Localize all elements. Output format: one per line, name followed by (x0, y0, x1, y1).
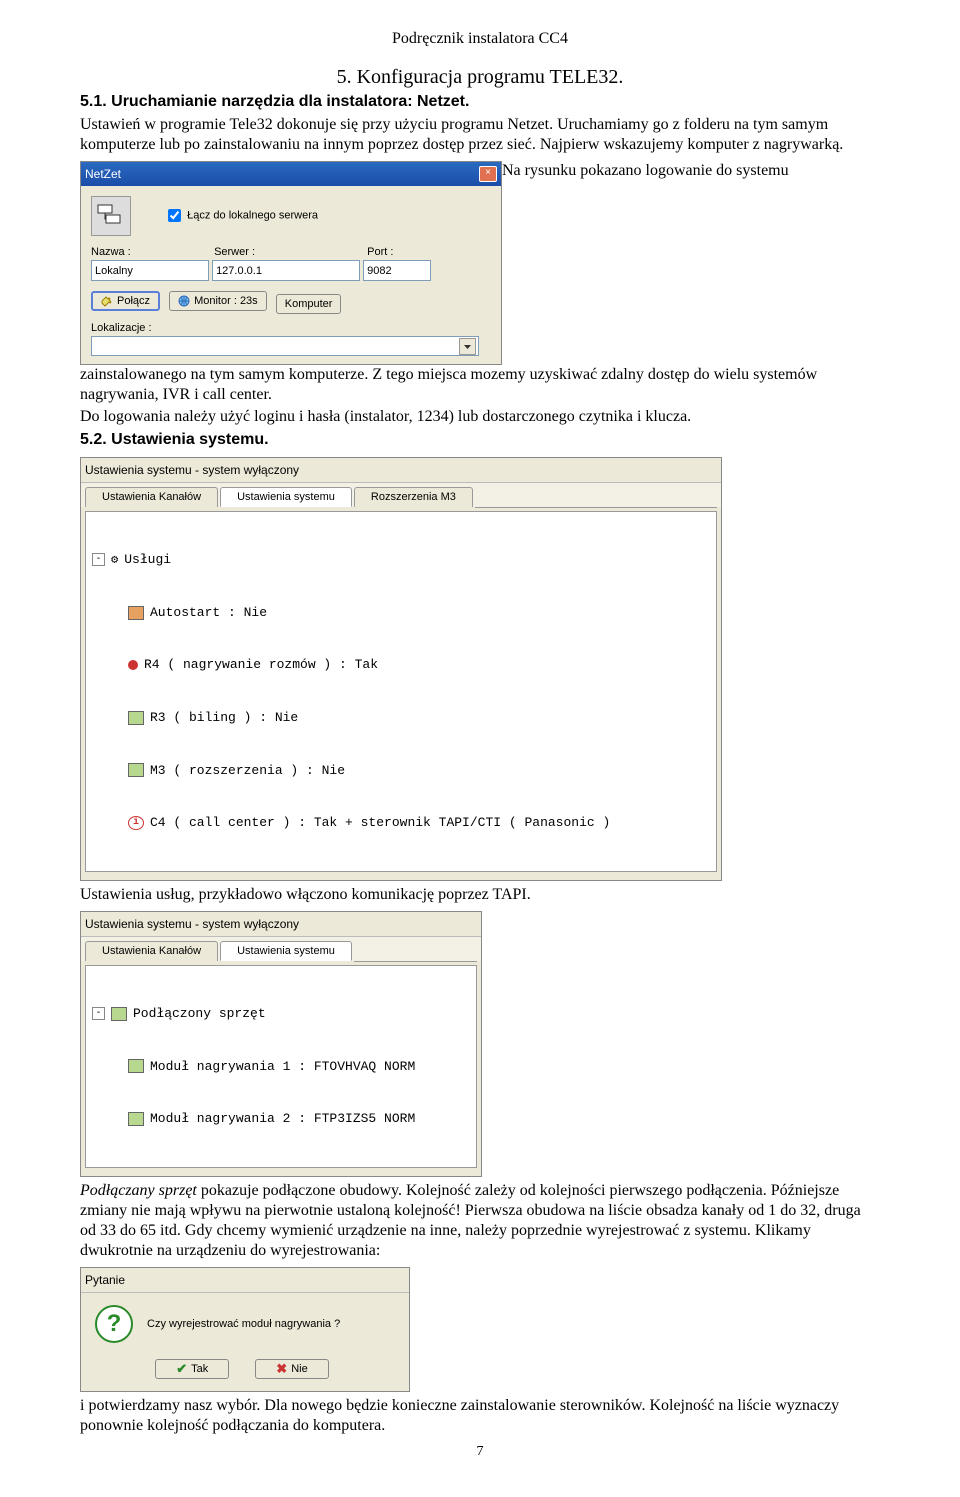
monitor-button-label: Monitor : 23s (194, 295, 258, 307)
autostart-text: Autostart : Nie (150, 604, 267, 622)
collapse-icon[interactable]: - (92, 553, 105, 566)
tree-row-r4[interactable]: R4 ( nagrywanie rozmów ) : Tak (92, 656, 710, 674)
billing-icon (128, 711, 144, 725)
sys1-titlebar: Ustawienia systemu - system wyłączony (81, 458, 721, 483)
x-icon: ✖ (276, 1361, 287, 1377)
no-button-label: Nie (291, 1363, 308, 1375)
pytanie-message: Czy wyrejestrować moduł nagrywania ? (147, 1318, 340, 1330)
tab-systemu[interactable]: Ustawienia systemu (220, 487, 352, 507)
chevron-down-icon[interactable] (459, 338, 476, 355)
netzet-titlebar: NetZet × (81, 162, 501, 186)
extension-icon (128, 763, 144, 777)
pytanie-titlebar: Pytanie (81, 1268, 409, 1293)
page-number: 7 (80, 1444, 880, 1460)
module-icon-2 (128, 1112, 144, 1126)
komputer-button-label: Komputer (285, 298, 333, 310)
autostart-icon (128, 606, 144, 620)
local-server-checkbox-input[interactable] (168, 209, 181, 222)
module-icon (128, 1059, 144, 1073)
sys1-title: Ustawienia systemu - system wyłączony (85, 463, 717, 477)
m3-text: M3 ( rozszerzenia ) : Nie (150, 762, 345, 780)
para-sprzet-em: Podłączany sprzęt (80, 1182, 197, 1199)
system-settings-window-1: Ustawienia systemu - system wyłączony Us… (80, 457, 722, 881)
netzet-title-text: NetZet (85, 167, 479, 181)
question-dialog: Pytanie ? Czy wyrejestrować moduł nagryw… (80, 1267, 410, 1392)
sys2-tabs: Ustawienia Kanałów Ustawienia systemu (81, 937, 481, 961)
chapter-title: 5. Konfiguracja programu TELE32. (80, 66, 880, 89)
input-port[interactable] (363, 260, 431, 281)
para-tapi: Ustawienia usług, przykładowo włączono k… (80, 885, 880, 905)
globe-icon (178, 295, 190, 307)
para-sprzet: Podłączany sprzęt pokazuje podłączone ob… (80, 1181, 880, 1261)
pytanie-title: Pytanie (85, 1273, 405, 1287)
netzet-window: NetZet × Łącz do lokalnego serwera Nazwa (80, 161, 502, 365)
sys2-tab-systemu[interactable]: Ustawienia systemu (220, 941, 352, 961)
r3-text: R3 ( biling ) : Nie (150, 709, 298, 727)
record-icon (128, 660, 138, 670)
yes-button[interactable]: ✔ Tak (155, 1359, 229, 1379)
para-sprzet-rest: pokazuje podłączone obudowy. Kolejność z… (80, 1182, 861, 1259)
running-head: Podręcznik instalatora CC4 (80, 30, 880, 48)
label-port: Port : (367, 246, 427, 258)
sys2-title: Ustawienia systemu - system wyłączony (85, 917, 477, 931)
question-icon: ? (95, 1305, 133, 1343)
sys2-tree: - Podłączony sprzęt Moduł nagrywania 1 :… (85, 965, 477, 1168)
monitor-button[interactable]: Monitor : 23s (169, 291, 267, 311)
tree-row-c4[interactable]: i C4 ( call center ) : Tak + sterownik TA… (92, 814, 710, 832)
label-name: Nazwa : (91, 246, 211, 258)
lokalizacje-dropdown[interactable] (91, 336, 479, 356)
sys1-tabs: Ustawienia Kanałów Ustawienia systemu Ro… (81, 483, 721, 507)
sys2-tab-kanalow[interactable]: Ustawienia Kanałów (85, 941, 218, 961)
input-server[interactable] (212, 260, 360, 281)
tab-kanalow[interactable]: Ustawienia Kanałów (85, 487, 218, 507)
tree-row-autostart[interactable]: Autostart : Nie (92, 604, 710, 622)
label-lokalizacje: Lokalizacje : (91, 322, 491, 334)
tree-row-module-1[interactable]: Moduł nagrywania 1 : FTOVHVAQ NORM (92, 1058, 470, 1076)
hardware-icon (111, 1007, 127, 1021)
r4-text: R4 ( nagrywanie rozmów ) : Tak (144, 656, 378, 674)
input-name[interactable] (91, 260, 209, 281)
para-login: Do logowania należy użyć loginu i hasła … (80, 407, 880, 427)
komputer-button[interactable]: Komputer (276, 294, 342, 314)
tab-rozszerzenia[interactable]: Rozszerzenia M3 (354, 487, 473, 507)
tree-node-sprzet[interactable]: - Podłączony sprzęt (92, 1005, 470, 1023)
tree-node-uslugi[interactable]: - ⚙ Usługi (92, 551, 710, 569)
c4-text: C4 ( call center ) : Tak + sterownik TAP… (150, 814, 610, 832)
no-button[interactable]: ✖ Nie (255, 1359, 328, 1379)
info-icon: i (128, 816, 144, 830)
section-5-2-head: 5.2. Ustawienia systemu. (80, 431, 880, 449)
para-last: i potwierdzamy nasz wybór. Dla nowego bę… (80, 1396, 880, 1436)
plug-icon (101, 295, 113, 307)
section-5-1-head: 5.1. Uruchamianie narzędzia dla instalat… (80, 93, 880, 111)
system-settings-window-2: Ustawienia systemu - system wyłączony Us… (80, 911, 482, 1177)
sys2-titlebar: Ustawienia systemu - system wyłączony (81, 912, 481, 937)
module2-text: Moduł nagrywania 2 : FTP3IZS5 NORM (150, 1110, 415, 1128)
netzet-app-icon (91, 196, 131, 236)
connect-button-label: Połącz (117, 295, 150, 307)
local-server-checkbox[interactable]: Łącz do lokalnego serwera (164, 206, 318, 225)
collapse-icon-2[interactable]: - (92, 1007, 105, 1020)
connect-button[interactable]: Połącz (91, 291, 160, 311)
close-icon[interactable]: × (479, 166, 497, 182)
sys1-tree: - ⚙ Usługi Autostart : Nie R4 ( nagrywan… (85, 511, 717, 872)
tree-row-m3[interactable]: M3 ( rozszerzenia ) : Nie (92, 762, 710, 780)
yes-button-label: Tak (191, 1363, 208, 1375)
local-server-checkbox-label: Łącz do lokalnego serwera (187, 209, 318, 221)
tree-sprzet-label: Podłączony sprzęt (133, 1005, 266, 1023)
gear-icon: ⚙ (111, 552, 118, 568)
tree-row-module-2[interactable]: Moduł nagrywania 2 : FTP3IZS5 NORM (92, 1110, 470, 1128)
tree-uslugi-label: Usługi (124, 551, 171, 569)
tree-row-r3[interactable]: R3 ( biling ) : Nie (92, 709, 710, 727)
para-intro: Ustawień w programie Tele32 dokonuje się… (80, 115, 880, 155)
label-server: Serwer : (214, 246, 364, 258)
module1-text: Moduł nagrywania 1 : FTOVHVAQ NORM (150, 1058, 415, 1076)
check-icon: ✔ (176, 1361, 187, 1377)
